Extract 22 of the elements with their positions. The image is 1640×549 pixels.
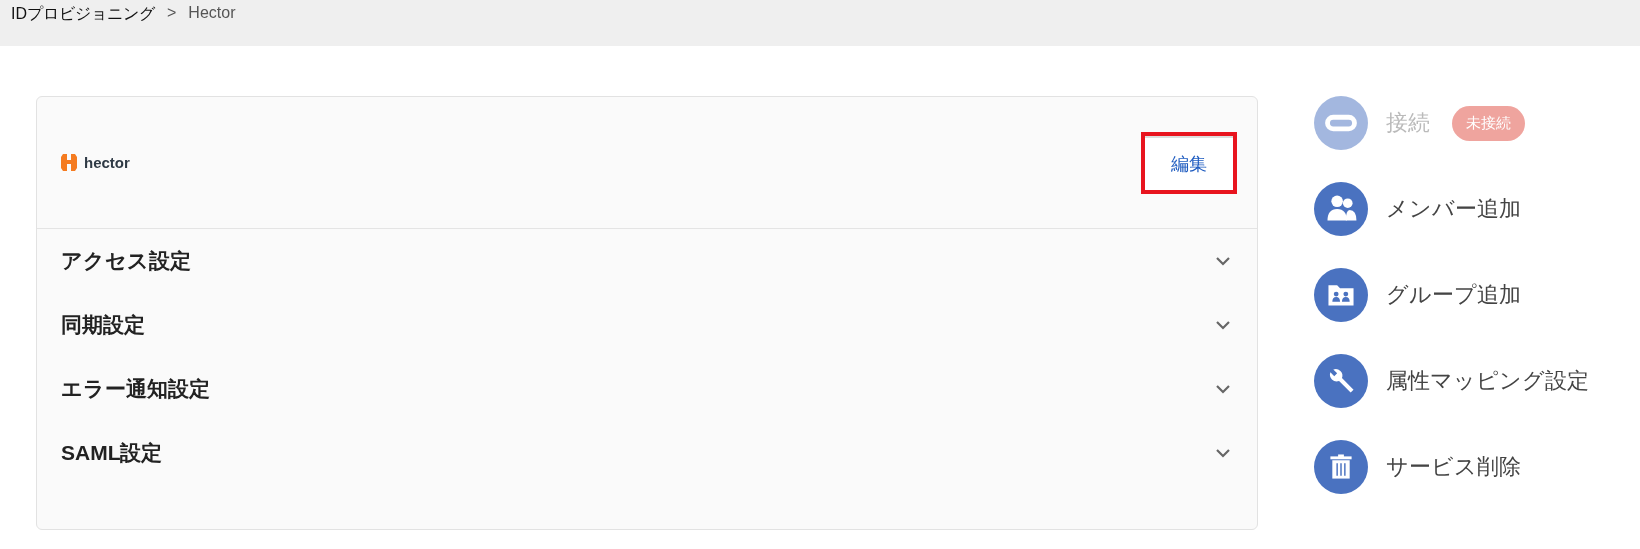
section-title[interactable]: SAML設定 [61,439,163,467]
breadcrumb-link[interactable]: IDプロビジョニング [11,4,155,25]
logo-text: hector [84,154,130,171]
action-link[interactable]: 属性マッピング設定 [1386,366,1589,396]
chevron-down-icon[interactable] [1215,448,1231,458]
chevron-down-icon[interactable] [1215,384,1231,394]
action-link[interactable]: サービス削除 [1386,452,1521,482]
people-icon[interactable] [1314,182,1368,236]
action-link[interactable]: メンバー追加 [1386,194,1521,224]
folder-people-icon[interactable] [1314,268,1368,322]
chevron-down-icon[interactable] [1215,320,1231,330]
wrench-icon[interactable] [1314,354,1368,408]
chevron-down-icon[interactable] [1215,256,1231,266]
section-title[interactable]: エラー通知設定 [61,375,210,403]
section-title[interactable]: アクセス設定 [61,247,191,275]
breadcrumb-separator: > [167,4,177,22]
breadcrumb-current: Hector [188,4,236,22]
trash-icon[interactable] [1314,440,1368,494]
section-title[interactable]: 同期設定 [61,311,145,339]
action-link[interactable]: グループ追加 [1386,280,1521,310]
logo-icon [61,153,77,172]
status-badge: 未接続 [1452,105,1525,141]
